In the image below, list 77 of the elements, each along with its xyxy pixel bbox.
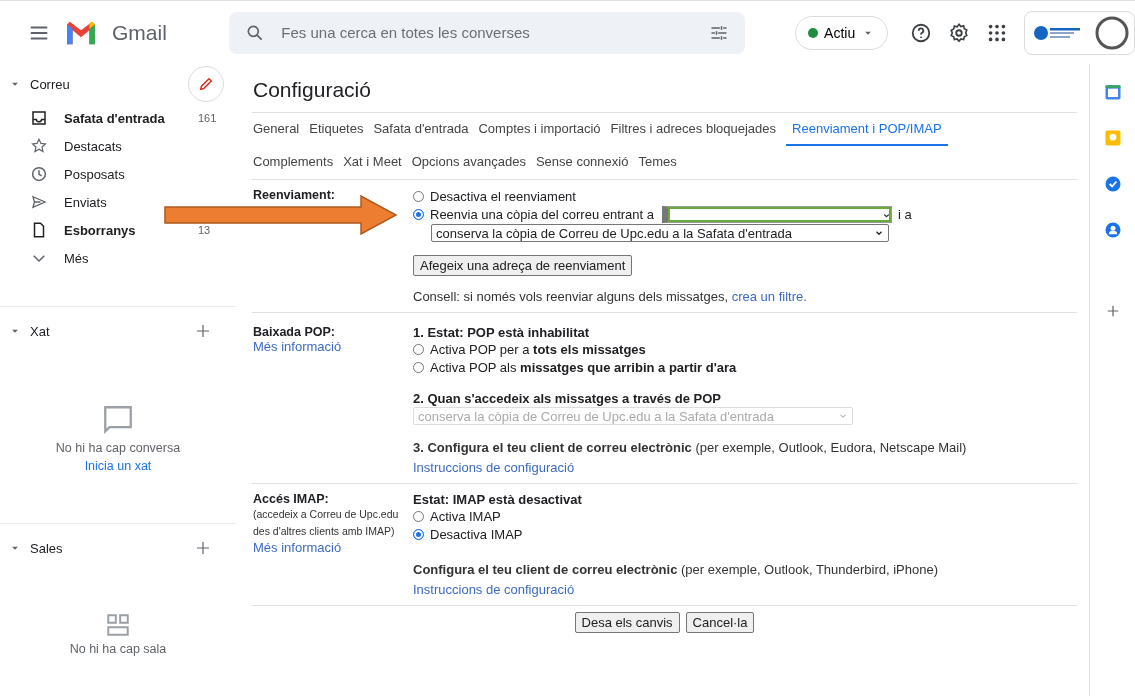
item-count: 161: [198, 112, 217, 124]
settings-tab[interactable]: Xat i Meet: [343, 146, 409, 179]
save-button[interactable]: Desa els canvis: [574, 612, 680, 633]
search-bar[interactable]: Fes una cerca en totes les converses: [229, 11, 746, 54]
plus-icon: [194, 322, 212, 340]
plus-icon: [194, 539, 212, 557]
section-label: Reenviament:: [253, 188, 335, 202]
settings-tab[interactable]: Comptes i importació: [478, 113, 608, 146]
star-icon: [30, 137, 48, 155]
help-icon: [910, 21, 933, 44]
section-title[interactable]: Sales: [30, 540, 186, 556]
section-title[interactable]: Correu: [30, 76, 180, 92]
dropdown-field[interactable]: conserva la còpia de Correu de Upc.edu a la Safata d'entrada: [431, 224, 889, 242]
app-name: Gmail: [112, 20, 167, 45]
option-label: i a: [898, 207, 912, 222]
sidebar-item[interactable]: Enviats: [64, 194, 107, 210]
add-address-button[interactable]: Afegeix una adreça de reenviament: [413, 255, 633, 276]
settings-tab[interactable]: Safata d'entrada: [373, 113, 476, 146]
rooms-grid-icon: [105, 612, 131, 638]
section-title[interactable]: Xat: [30, 323, 186, 339]
inbox-icon: [30, 109, 48, 127]
radio-button[interactable]: [413, 191, 424, 202]
item-count: 13: [198, 224, 211, 236]
settings-tab[interactable]: Etiquetes: [309, 113, 371, 146]
cancel-button[interactable]: Cancel·la: [685, 612, 755, 633]
compose-button[interactable]: [188, 66, 224, 102]
more-info-link[interactable]: Més informació: [253, 339, 342, 354]
settings-tab[interactable]: General: [253, 113, 307, 146]
section-label: Accés IMAP:: [253, 492, 329, 506]
email-field[interactable]: [662, 206, 893, 223]
option-label: Desactiva IMAP: [430, 527, 523, 542]
section-note: (accedeix a Correu de Upc.edu des d'altres clients amb IMAP): [253, 507, 400, 539]
empty-message: No hi ha cap sala: [69, 642, 167, 656]
account-card[interactable]: [1024, 10, 1135, 55]
pencil-icon: [197, 75, 215, 93]
option-label: Desactiva el reenviament: [430, 189, 576, 204]
create-filter-link[interactable]: crea un filtre.: [731, 289, 807, 304]
settings-tab[interactable]: Sense connexió: [535, 146, 636, 179]
radio-button[interactable]: [413, 511, 424, 522]
start-chat-link[interactable]: Inicia un xat: [84, 459, 152, 473]
chat-bubble-icon: [101, 403, 135, 437]
settings-tab[interactable]: Filtres i adreces bloquejades: [610, 113, 784, 146]
instructions-link[interactable]: Instruccions de configuració: [413, 460, 575, 475]
instructions-link[interactable]: Instruccions de configuració: [413, 582, 575, 597]
option-label: Activa POP als missatges que arribin a partir d'ara: [430, 360, 737, 375]
settings-tab[interactable]: Reenviament i POP/IMAP: [786, 113, 948, 146]
settings-tab[interactable]: Complements: [253, 146, 341, 179]
clock-icon: [30, 165, 48, 183]
sidebar-item[interactable]: Posposats: [64, 166, 125, 182]
status-text: 1. Estat: POP està inhabilitat: [413, 325, 590, 340]
settings-tab[interactable]: Opcions avançades: [411, 146, 533, 179]
step-heading: 2. Quan s'accedeix als missatges a través de POP: [413, 391, 722, 406]
page-title: Configuració: [253, 78, 372, 102]
status-text: Estat: IMAP està desactivat: [413, 492, 582, 507]
more-info-link[interactable]: Més informació: [253, 540, 342, 555]
radio-button[interactable]: [413, 209, 424, 220]
settings-icon: [948, 21, 971, 44]
sidebar-item[interactable]: Esborranys: [64, 222, 136, 238]
option-label: Reenvia una còpia del correu entrant a: [430, 207, 655, 222]
avatar-icon: [1094, 14, 1130, 51]
radio-button[interactable]: [413, 344, 424, 355]
sidebar-item[interactable]: Destacats: [64, 138, 122, 154]
status-button[interactable]: Actiu: [795, 15, 889, 50]
send-icon: [30, 193, 48, 211]
option-label: Activa POP per a tots els missatges: [430, 342, 646, 357]
settings-tab[interactable]: Temes: [638, 146, 684, 179]
option-label: Activa IMAP: [430, 509, 501, 524]
sidebar-item[interactable]: Més: [64, 250, 89, 266]
empty-message: No hi ha cap conversa: [55, 441, 181, 455]
step-text: 3. Configura el teu client de correu electrònic (per exemple, Outlook, Eudora, Netscape Mail): [413, 440, 967, 455]
radio-button[interactable]: [413, 529, 424, 540]
config-text: Configura el teu client de correu electrònic (per exemple, Outlook, Thunderbird, iPhone): [413, 562, 939, 577]
section-label: Baixada POP:: [253, 325, 335, 339]
radio-button[interactable]: [413, 362, 424, 373]
sidebar-item[interactable]: Safata d'entrada: [64, 110, 165, 126]
tip-text: Consell: si només vols reenviar alguns dels missatges, crea un filtre.: [413, 289, 807, 304]
search-field[interactable]: Fes una cerca en totes les converses: [279, 23, 696, 42]
